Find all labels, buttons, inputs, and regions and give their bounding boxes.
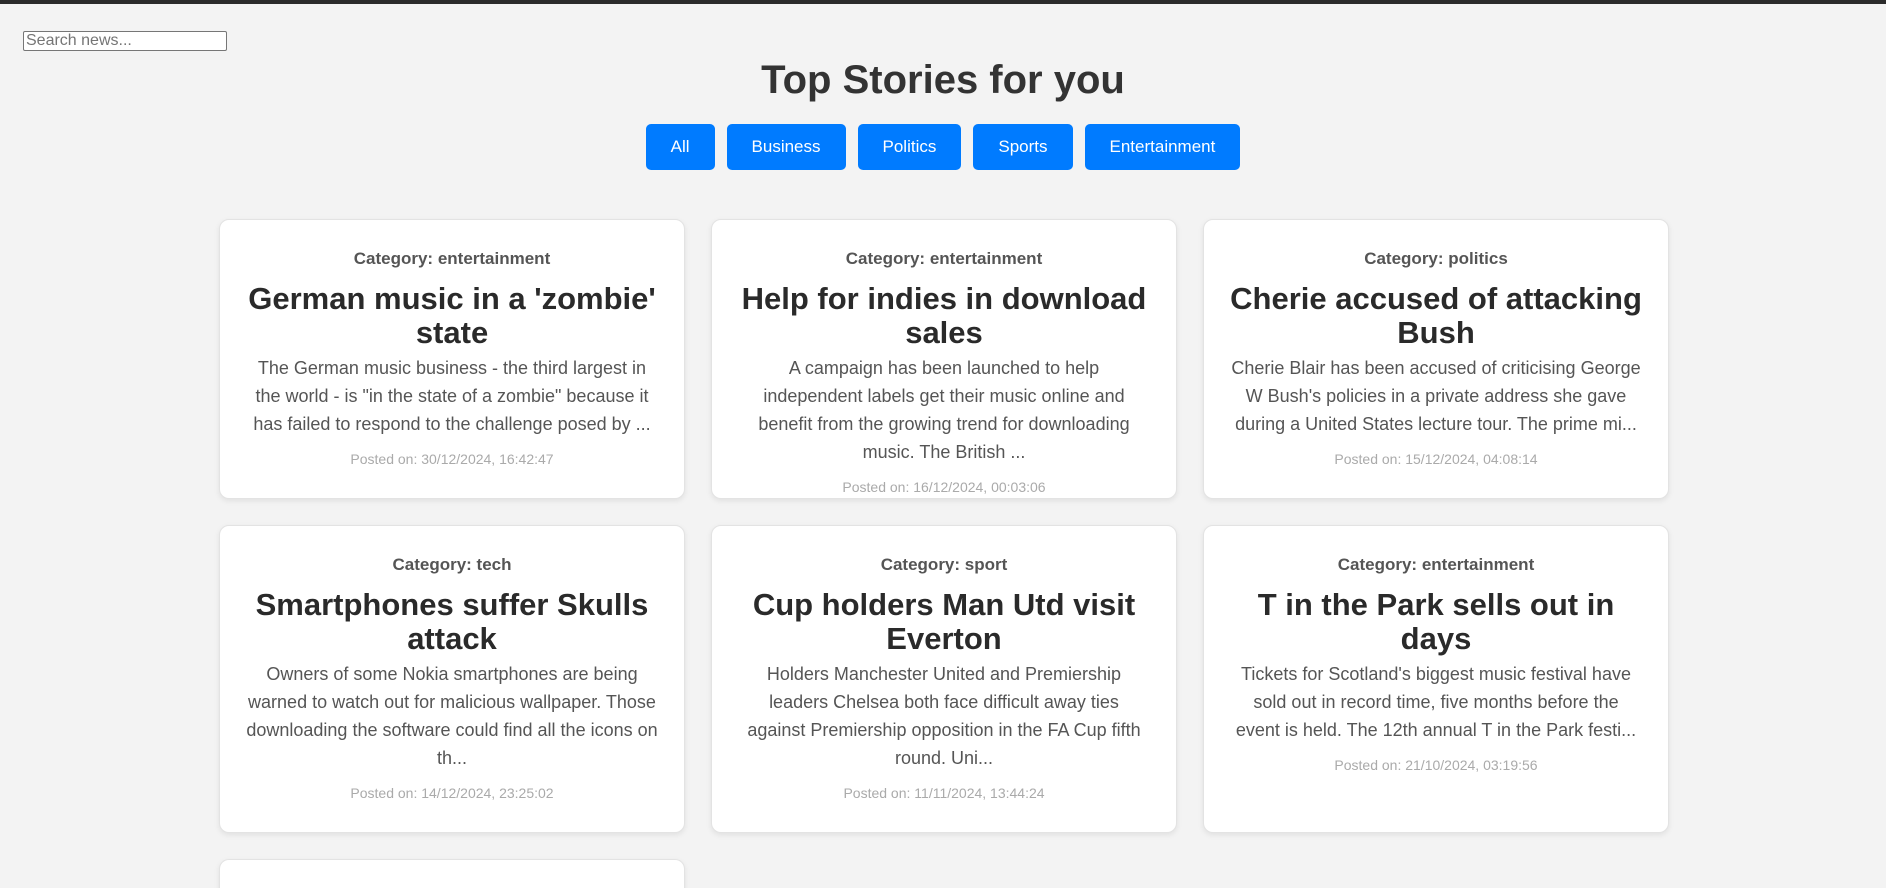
article-category: Category: politics xyxy=(1364,249,1508,268)
article-category: Category: sport xyxy=(880,555,1008,574)
filter-sports-button[interactable]: Sports xyxy=(973,124,1073,170)
article-title[interactable]: Cup holders Man Utd visit Everton xyxy=(738,588,1150,656)
article-card-partial[interactable] xyxy=(219,859,685,888)
filter-business-button[interactable]: Business xyxy=(726,124,846,170)
article-summary: Tickets for Scotland's biggest music fes… xyxy=(1235,664,1637,740)
article-title[interactable]: Smartphones suffer Skulls attack xyxy=(246,588,658,656)
article-title[interactable]: Help for indies in download sales xyxy=(738,282,1150,350)
article-category: Category: entertainment xyxy=(1337,555,1535,574)
article-date: Posted on: 30/12/2024, 16:42:47 xyxy=(350,451,554,467)
article-card[interactable]: Category: tech Smartphones suffer Skulls… xyxy=(219,525,685,833)
article-summary: The German music business - the third la… xyxy=(253,358,651,434)
article-card[interactable]: Category: politics Cherie accused of att… xyxy=(1203,219,1669,499)
article-title[interactable]: Cherie accused of attacking Bush xyxy=(1230,282,1642,350)
article-date: Posted on: 14/12/2024, 23:25:02 xyxy=(350,785,554,801)
article-category: Category: tech xyxy=(392,555,512,574)
news-page: Top Stories for you All Business Politic… xyxy=(0,4,1886,888)
search-input[interactable] xyxy=(23,31,227,51)
filter-entertainment-button[interactable]: Entertainment xyxy=(1084,124,1241,170)
category-filters: All Business Politics Sports Entertainme… xyxy=(0,124,1886,170)
article-summary: Cherie Blair has been accused of critici… xyxy=(1231,358,1641,434)
article-card[interactable]: Category: entertainment T in the Park se… xyxy=(1203,525,1669,833)
article-date: Posted on: 11/11/2024, 13:44:24 xyxy=(843,785,1045,801)
article-category: Category: entertainment xyxy=(845,249,1043,268)
article-grid: Category: entertainment German music in … xyxy=(219,219,1669,888)
article-date: Posted on: 21/10/2024, 03:19:56 xyxy=(1334,757,1538,773)
article-card[interactable]: Category: sport Cup holders Man Utd visi… xyxy=(711,525,1177,833)
article-date: Posted on: 15/12/2024, 04:08:14 xyxy=(1334,451,1538,467)
article-summary: A campaign has been launched to help ind… xyxy=(758,358,1130,462)
article-title[interactable]: T in the Park sells out in days xyxy=(1230,588,1642,656)
article-title[interactable]: German music in a 'zombie' state xyxy=(246,282,658,350)
article-date: Posted on: 16/12/2024, 00:03:06 xyxy=(842,479,1046,495)
article-summary: Holders Manchester United and Premiershi… xyxy=(747,664,1141,768)
filter-all-button[interactable]: All xyxy=(645,124,715,170)
page-title: Top Stories for you xyxy=(761,58,1125,102)
article-summary: Owners of some Nokia smartphones are bei… xyxy=(246,664,658,768)
article-category: Category: entertainment xyxy=(353,249,551,268)
filter-politics-button[interactable]: Politics xyxy=(857,124,962,170)
article-card[interactable]: Category: entertainment Help for indies … xyxy=(711,219,1177,499)
article-card[interactable]: Category: entertainment German music in … xyxy=(219,219,685,499)
